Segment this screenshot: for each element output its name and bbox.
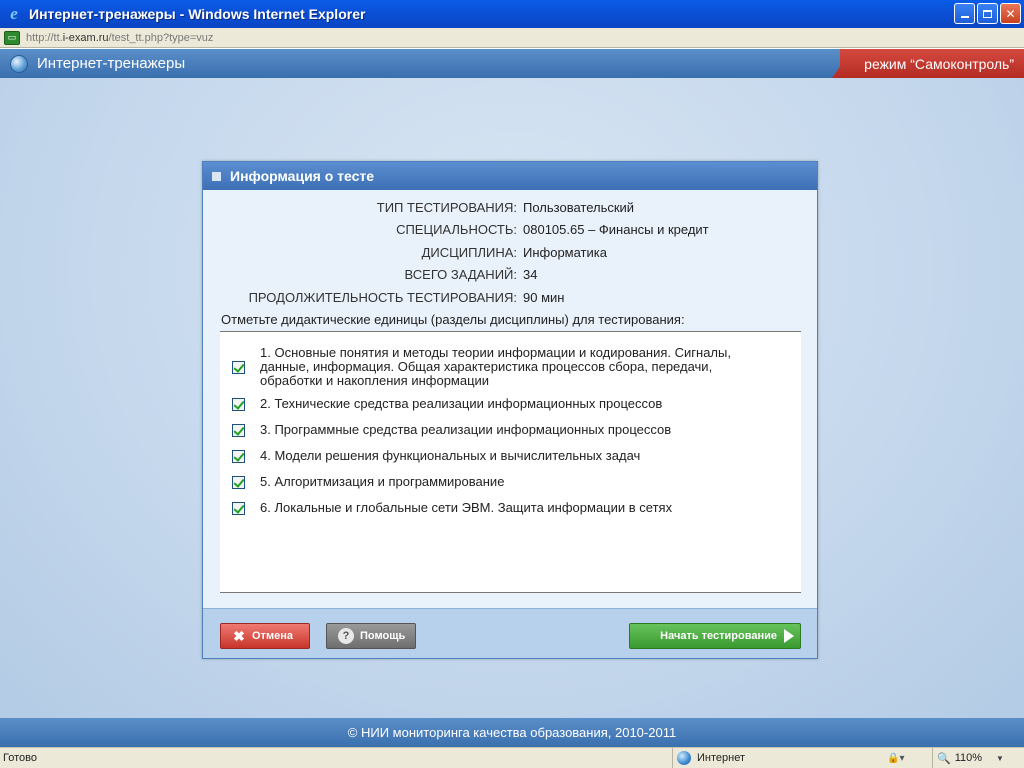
url-path: /test_tt.php?type=vuz bbox=[108, 31, 214, 44]
unit-checkbox[interactable] bbox=[232, 501, 245, 515]
unit-checkbox[interactable] bbox=[232, 423, 245, 437]
zone-label: Интернет bbox=[697, 752, 745, 764]
unit-checkbox[interactable] bbox=[232, 360, 245, 374]
app-header: Интернет-тренажеры режим “Самоконтроль” bbox=[0, 49, 1024, 78]
minimize-button[interactable] bbox=[954, 3, 975, 24]
dialog-square-icon bbox=[212, 171, 221, 181]
play-arrow-icon bbox=[784, 629, 794, 643]
app-title: Интернет-тренажеры bbox=[37, 55, 186, 72]
help-button[interactable]: ? Помощь bbox=[326, 623, 416, 649]
protected-mode-icon[interactable]: 🔒▾ bbox=[887, 750, 917, 766]
status-bar: Готово Интернет 🔒▾ 🔍 110% ▼ bbox=[0, 747, 1024, 768]
dialog-button-bar: ✖ Отмена ? Помощь Начать тестирование bbox=[203, 608, 817, 658]
restore-icon bbox=[983, 9, 992, 18]
unit-label: 4. Модели решения функциональных и вычис… bbox=[260, 448, 641, 463]
unit-checkbox[interactable] bbox=[232, 397, 245, 411]
mode-badge: режим “Самоконтроль” bbox=[832, 49, 1024, 78]
info-value: 34 bbox=[523, 267, 538, 283]
window-title: Интернет-тренажеры - Windows Internet Ex… bbox=[29, 6, 366, 22]
help-question-icon: ? bbox=[338, 628, 354, 644]
info-row-discipline: ДИСЦИПЛИНА: Информатика bbox=[203, 241, 819, 264]
info-label: СПЕЦИАЛЬНОСТЬ: bbox=[396, 222, 517, 238]
ie-logo-icon: e bbox=[10, 4, 18, 23]
unit-label: 5. Алгоритмизация и программирование bbox=[260, 474, 505, 489]
close-icon: ✕ bbox=[1005, 6, 1016, 21]
unit-item-6[interactable]: 6. Локальные и глобальные сети ЭВМ. Защи… bbox=[232, 501, 770, 515]
info-label: ДИСЦИПЛИНА: bbox=[421, 244, 517, 260]
minimize-icon bbox=[960, 16, 969, 18]
url-prefix: http://tt. bbox=[26, 31, 63, 44]
zoom-magnifier-icon: 🔍 bbox=[937, 752, 951, 765]
zoom-control[interactable]: 🔍 110% ▼ bbox=[932, 748, 1004, 768]
instruction-text: Отметьте дидактические единицы (разделы … bbox=[221, 312, 685, 327]
info-row-type: ТИП ТЕСТИРОВАНИЯ: Пользовательский bbox=[203, 196, 819, 219]
cancel-x-icon: ✖ bbox=[233, 627, 245, 644]
start-test-button[interactable]: Начать тестирование bbox=[629, 623, 801, 649]
info-row-total-tasks: ВСЕГО ЗАДАНИЙ: 34 bbox=[203, 264, 819, 287]
dialog-header: Информация о тесте bbox=[203, 162, 817, 190]
dialog-title: Информация о тесте bbox=[230, 168, 375, 184]
test-info-dialog: Информация о тесте ТИП ТЕСТИРОВАНИЯ: Пол… bbox=[202, 161, 818, 659]
help-button-label: Помощь bbox=[360, 630, 406, 642]
info-value: Информатика bbox=[523, 244, 607, 260]
window-title-bar: e Интернет-тренажеры - Windows Internet … bbox=[0, 0, 1024, 28]
status-text: Готово bbox=[3, 752, 37, 764]
test-info-list: ТИП ТЕСТИРОВАНИЯ: Пользовательский СПЕЦИ… bbox=[203, 196, 819, 309]
page-favicon-icon: ▭ bbox=[4, 30, 20, 45]
globe-logo-icon bbox=[10, 54, 28, 73]
unit-checkbox[interactable] bbox=[232, 449, 245, 463]
address-bar[interactable]: ▭ http://tt.i-exam.ru/test_tt.php?type=v… bbox=[0, 28, 1024, 48]
restore-button[interactable] bbox=[977, 3, 998, 24]
unit-checkbox[interactable] bbox=[232, 475, 245, 489]
unit-item-5[interactable]: 5. Алгоритмизация и программирование bbox=[232, 475, 770, 489]
internet-zone-icon bbox=[677, 751, 691, 765]
info-value: Пользовательский bbox=[523, 199, 635, 215]
copyright-footer: © НИИ мониторинга качества образования, … bbox=[0, 718, 1024, 747]
address-url[interactable]: http://tt.i-exam.ru/test_tt.php?type=vuz bbox=[26, 32, 213, 44]
unit-label: 3. Программные средства реализации инфор… bbox=[260, 422, 672, 437]
unit-label: 2. Технические средства реализации инфор… bbox=[260, 396, 663, 411]
zoom-level: 110% bbox=[954, 752, 983, 764]
unit-label: 1. Основные понятия и методы теории инфо… bbox=[260, 345, 731, 388]
info-value: 90 мин bbox=[523, 289, 565, 305]
info-row-duration: ПРОДОЛЖИТЕЛЬНОСТЬ ТЕСТИРОВАНИЯ: 90 мин bbox=[203, 286, 819, 309]
info-label: ТИП ТЕСТИРОВАНИЯ: bbox=[376, 199, 517, 215]
unit-item-3[interactable]: 3. Программные средства реализации инфор… bbox=[232, 423, 770, 437]
cancel-button-label: Отмена bbox=[252, 630, 293, 642]
zoom-dropdown-icon: ▼ bbox=[996, 753, 1004, 763]
close-button[interactable]: ✕ bbox=[1000, 3, 1021, 24]
unit-item-1[interactable]: 1. Основные понятия и методы теории инфо… bbox=[232, 346, 770, 388]
security-zone[interactable]: Интернет bbox=[672, 748, 745, 768]
window-controls: ✕ bbox=[954, 3, 1021, 24]
cancel-button[interactable]: ✖ Отмена bbox=[220, 623, 310, 649]
info-label: ВСЕГО ЗАДАНИЙ: bbox=[404, 267, 517, 283]
info-label: ПРОДОЛЖИТЕЛЬНОСТЬ ТЕСТИРОВАНИЯ: bbox=[248, 289, 517, 305]
url-domain: i-exam.ru bbox=[62, 31, 109, 44]
units-list: 1. Основные понятия и методы теории инфо… bbox=[220, 331, 801, 593]
unit-label: 6. Локальные и глобальные сети ЭВМ. Защи… bbox=[260, 500, 673, 515]
unit-item-2[interactable]: 2. Технические средства реализации инфор… bbox=[232, 397, 770, 411]
info-value: 080105.65 – Финансы и кредит bbox=[523, 222, 709, 238]
unit-item-4[interactable]: 4. Модели решения функциональных и вычис… bbox=[232, 449, 770, 463]
info-row-specialty: СПЕЦИАЛЬНОСТЬ: 080105.65 – Финансы и кре… bbox=[203, 219, 819, 242]
start-button-label: Начать тестирование bbox=[660, 630, 777, 642]
